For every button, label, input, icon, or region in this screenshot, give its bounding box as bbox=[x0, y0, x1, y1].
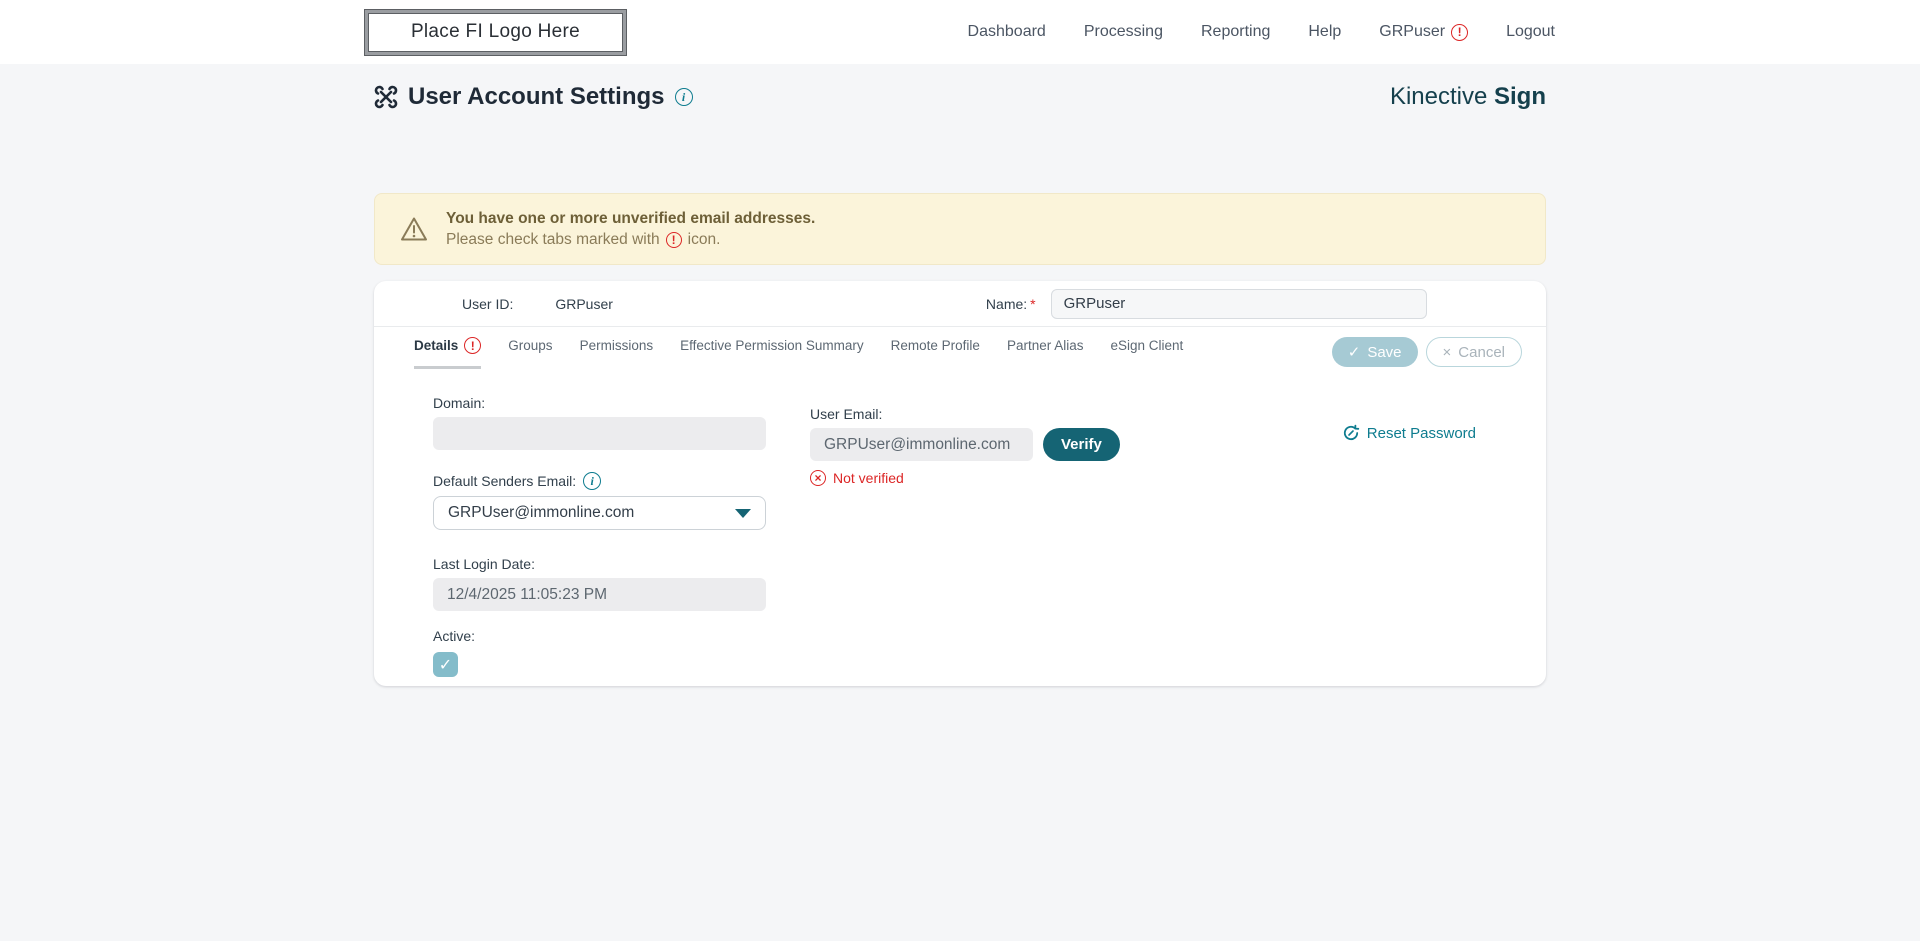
tab-permissions[interactable]: Permissions bbox=[580, 337, 654, 369]
not-verified-status: × Not verified bbox=[810, 470, 1120, 486]
brand-logo: Kinective Sign bbox=[1389, 83, 1546, 110]
page-title: User Account Settings bbox=[408, 83, 665, 110]
user-settings-card: User ID: GRPuser Name: * Details ! Group… bbox=[374, 281, 1546, 686]
details-tab-warning-icon: ! bbox=[464, 337, 482, 354]
default-senders-email-select[interactable]: GRPUser@immonline.com bbox=[433, 496, 766, 530]
page-title-info-icon[interactable]: i bbox=[674, 88, 693, 106]
fi-logo-text: Place FI Logo Here bbox=[410, 21, 581, 42]
account-header-row: User ID: GRPuser Name: * bbox=[374, 281, 1546, 327]
nav-reporting[interactable]: Reporting bbox=[1201, 23, 1270, 41]
cancel-button[interactable]: × Cancel bbox=[1425, 337, 1522, 367]
domain-input bbox=[433, 417, 766, 450]
domain-label: Domain: bbox=[433, 395, 486, 411]
nav-processing[interactable]: Processing bbox=[1084, 23, 1163, 41]
user-email-label: User Email: bbox=[810, 406, 883, 422]
unverified-email-banner: You have one or more unverified email ad… bbox=[374, 193, 1546, 265]
user-id-label: User ID: bbox=[462, 295, 514, 312]
tab-bar: Details ! Groups Permissions Effective P… bbox=[374, 327, 1546, 375]
check-icon: ✓ bbox=[438, 656, 453, 674]
main-nav: Dashboard Processing Reporting Help GRPu… bbox=[968, 23, 1555, 41]
banner-alert-icon: ! bbox=[665, 231, 682, 248]
fi-logo-placeholder[interactable]: Place FI Logo Here bbox=[365, 9, 626, 55]
warning-triangle-icon bbox=[401, 217, 427, 241]
nav-logout[interactable]: Logout bbox=[1506, 23, 1555, 41]
last-login-date-label: Last Login Date: bbox=[433, 556, 535, 572]
active-checkbox[interactable]: ✓ bbox=[433, 652, 458, 677]
tab-groups[interactable]: Groups bbox=[508, 337, 552, 369]
user-email-input bbox=[810, 428, 1033, 461]
chevron-down-icon bbox=[735, 508, 751, 518]
user-id-value: GRPuser bbox=[555, 295, 613, 312]
details-form: Domain: Default Senders Email: i GRPUser… bbox=[374, 375, 1546, 677]
active-label: Active: bbox=[433, 628, 476, 644]
nav-user-label: GRPuser bbox=[1379, 23, 1446, 40]
verify-button[interactable]: Verify bbox=[1043, 428, 1120, 461]
reset-password-label: Reset Password bbox=[1366, 424, 1476, 442]
check-icon: ✓ bbox=[1347, 344, 1361, 361]
name-label: Name: bbox=[985, 295, 1028, 312]
tools-icon bbox=[374, 85, 398, 109]
error-x-icon: × bbox=[810, 470, 826, 486]
default-senders-info-icon[interactable]: i bbox=[583, 472, 602, 490]
tab-remote-profile[interactable]: Remote Profile bbox=[891, 337, 980, 369]
default-senders-email-value: GRPUser@immonline.com bbox=[448, 504, 635, 521]
tab-details[interactable]: Details ! bbox=[414, 337, 482, 369]
save-button[interactable]: ✓ Save bbox=[1331, 337, 1418, 367]
top-navigation-bar: Place FI Logo Here Dashboard Processing … bbox=[0, 0, 1920, 64]
reset-password-link[interactable]: Reset Password bbox=[1342, 424, 1476, 442]
name-input[interactable] bbox=[1050, 288, 1427, 319]
nav-help[interactable]: Help bbox=[1308, 23, 1341, 41]
reset-password-icon bbox=[1343, 424, 1359, 441]
tab-esign-client[interactable]: eSign Client bbox=[1111, 337, 1184, 369]
required-asterisk: * bbox=[1030, 295, 1036, 312]
tab-partner-alias[interactable]: Partner Alias bbox=[1007, 337, 1084, 369]
not-verified-label: Not verified bbox=[833, 470, 904, 486]
nav-dashboard[interactable]: Dashboard bbox=[968, 23, 1046, 41]
banner-title: You have one or more unverified email ad… bbox=[446, 210, 816, 227]
close-icon: × bbox=[1442, 343, 1452, 361]
banner-subtitle: Please check tabs marked with ! icon. bbox=[446, 231, 721, 248]
default-senders-email-label: Default Senders Email: i bbox=[433, 472, 766, 490]
page-content: User Account Settings i Kinective Sign Y… bbox=[0, 64, 1920, 941]
last-login-date-input bbox=[433, 578, 766, 611]
user-warning-icon: ! bbox=[1451, 23, 1469, 41]
tab-effective-permission-summary[interactable]: Effective Permission Summary bbox=[680, 337, 864, 369]
nav-user-account[interactable]: GRPuser ! bbox=[1379, 23, 1469, 41]
